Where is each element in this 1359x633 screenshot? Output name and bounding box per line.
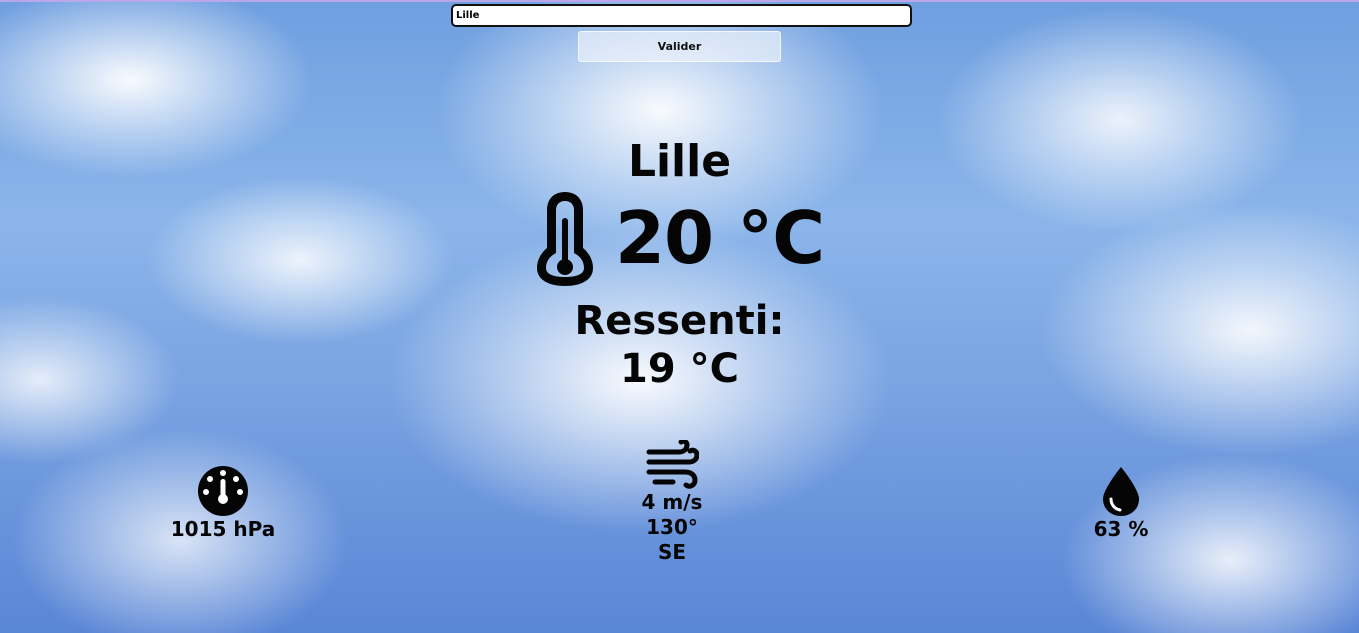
pressure-value: 1015 hPa xyxy=(170,517,276,541)
feels-like-value: 19 °C xyxy=(620,346,739,392)
droplet-icon xyxy=(1103,467,1139,516)
pressure-metric: 1015 hPa xyxy=(163,465,283,542)
wind-degrees: 130° xyxy=(646,515,698,539)
gauge-icon xyxy=(198,466,248,516)
humidity-metric: 63 % xyxy=(1061,465,1181,542)
wind-metric: 4 m/s 130° SE xyxy=(612,440,732,565)
wind-icon xyxy=(646,440,699,489)
submit-button[interactable]: Valider xyxy=(578,31,781,62)
temperature-row: 20 °C xyxy=(0,188,1359,288)
wind-speed: 4 m/s xyxy=(641,490,703,514)
city-search-input[interactable] xyxy=(451,4,912,27)
humidity-value: 63 % xyxy=(1093,517,1149,541)
feels-like-label: Ressenti: xyxy=(574,298,785,344)
city-name: Lille xyxy=(627,136,732,187)
temperature-value: 20 °C xyxy=(614,196,825,280)
top-border xyxy=(0,0,1359,2)
thermometer-icon xyxy=(536,192,593,286)
wind-direction: SE xyxy=(657,540,687,564)
